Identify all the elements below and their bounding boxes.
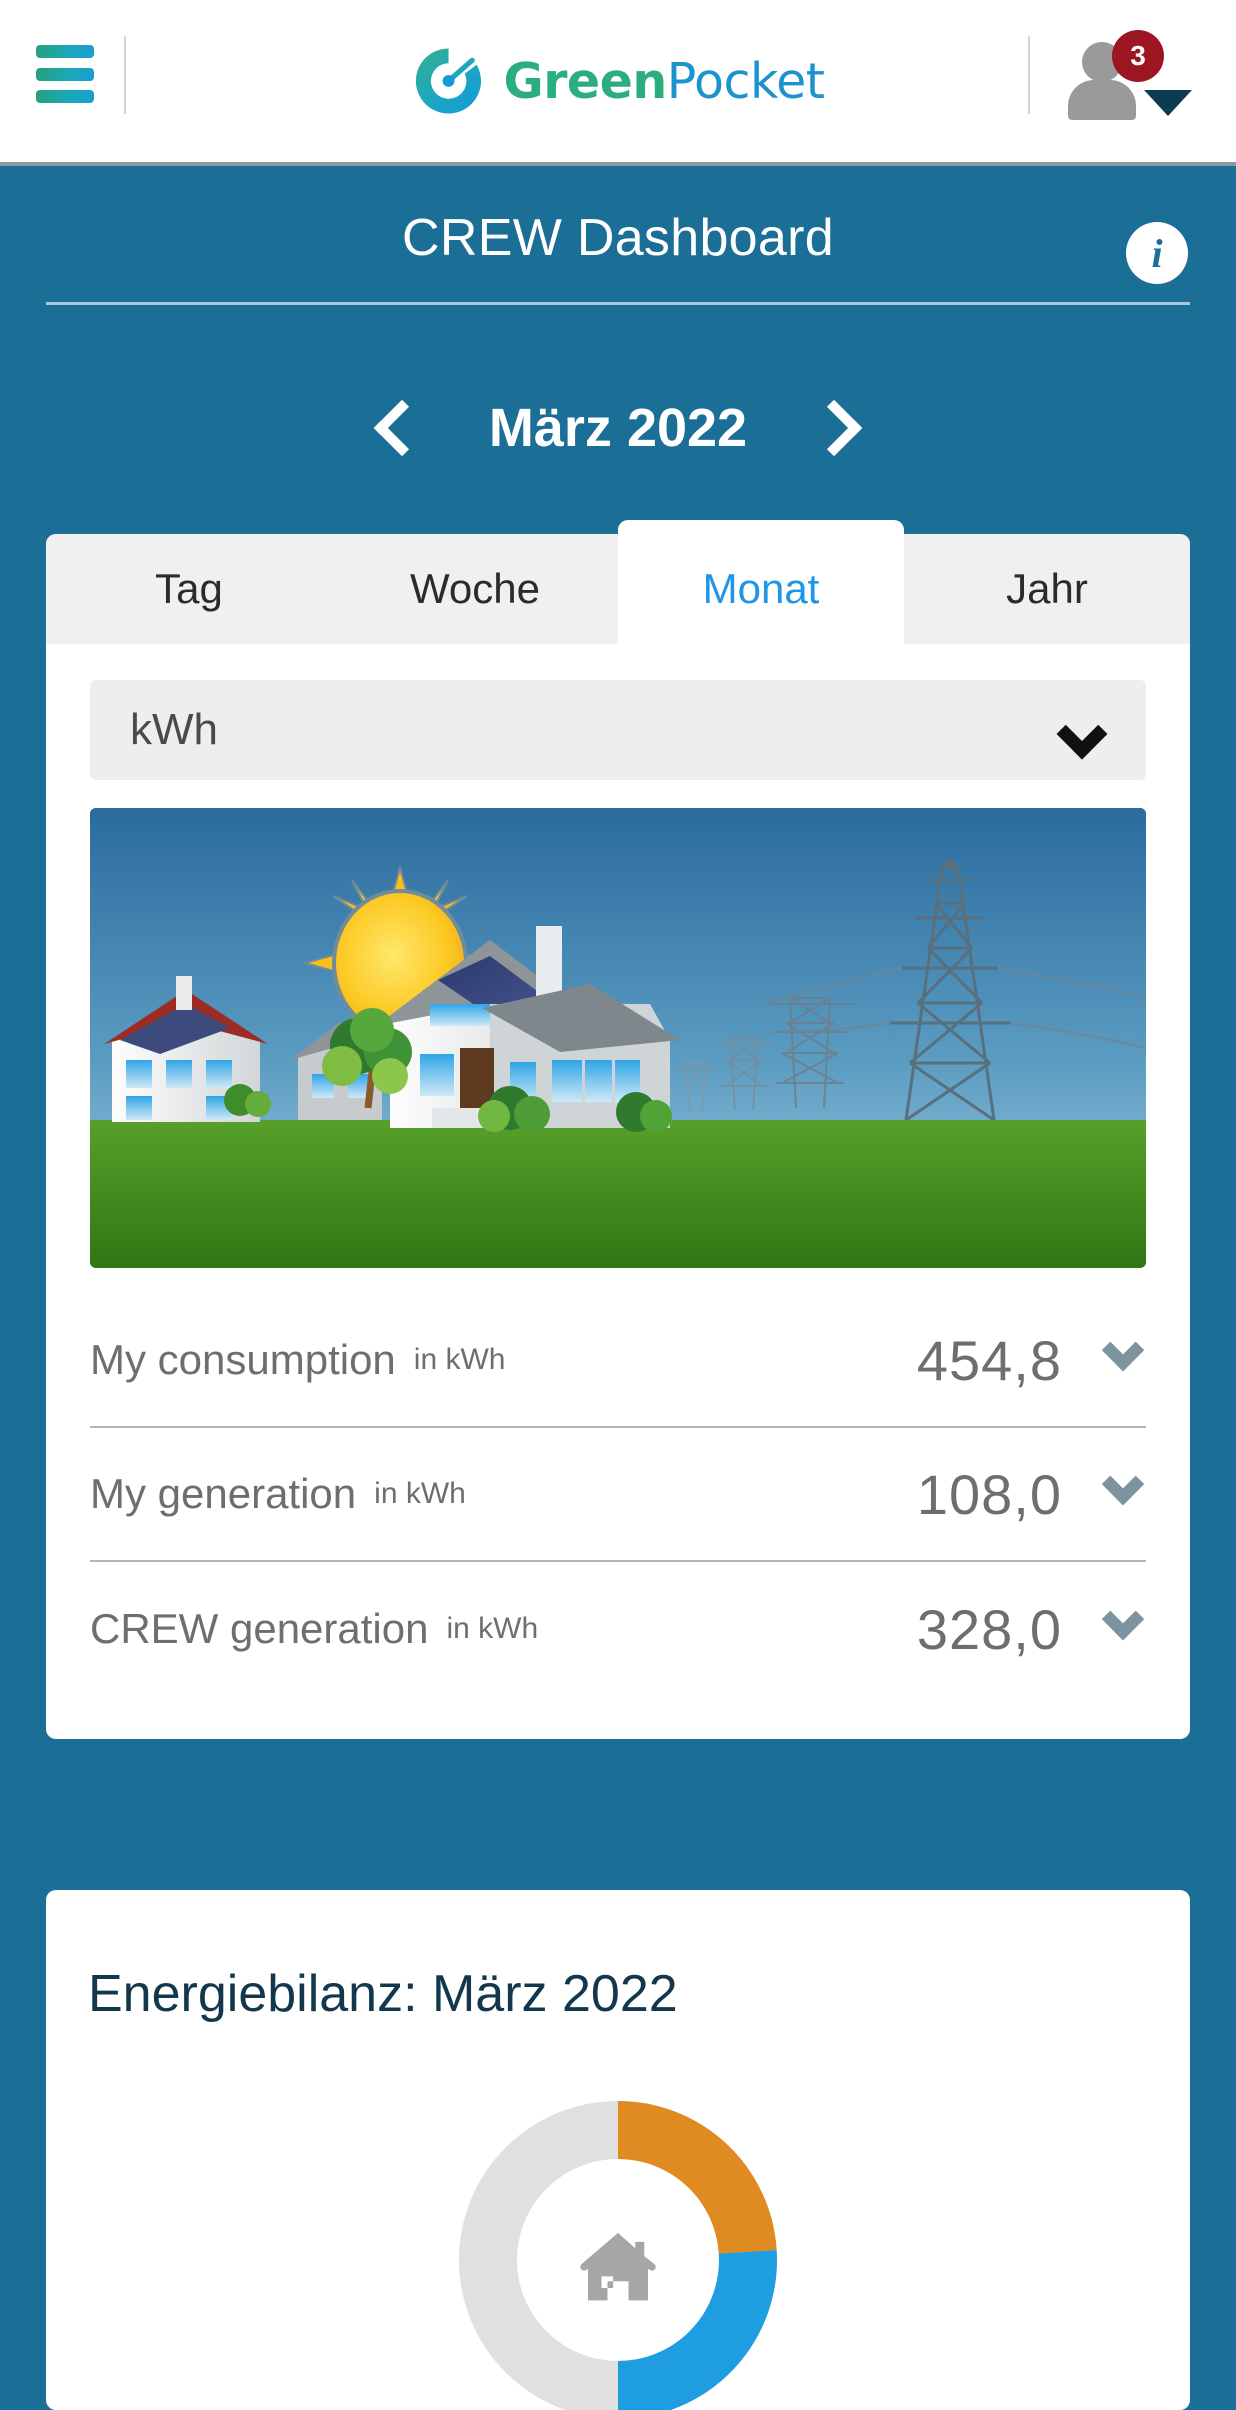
info-icon[interactable]: i xyxy=(1126,222,1188,284)
row-value: 454,8 xyxy=(916,1328,1062,1392)
tab-jahr[interactable]: Jahr xyxy=(904,534,1190,644)
dashboard-card: Tag Woche Monat Jahr kWh My consumption … xyxy=(46,520,1190,1739)
row-label: My generation xyxy=(90,1470,357,1517)
tab-monat[interactable]: Monat xyxy=(618,520,904,644)
chevron-right-icon[interactable] xyxy=(805,399,863,457)
divider-right xyxy=(1028,36,1030,114)
month-navigator: März 2022 xyxy=(0,378,1236,478)
page-title: CREW Dashboard xyxy=(402,209,834,267)
metrics-list: My consumption in kWh 454,8 My generatio… xyxy=(90,1294,1146,1696)
row-value: 108,0 xyxy=(916,1462,1062,1526)
table-row[interactable]: My consumption in kWh 454,8 xyxy=(90,1294,1146,1428)
row-unit: in kWh xyxy=(446,1612,539,1645)
unit-select[interactable]: kWh xyxy=(90,680,1146,780)
home-icon xyxy=(580,2232,656,2300)
row-value: 328,0 xyxy=(916,1597,1062,1661)
top-bar: GreenPocket 3 xyxy=(0,0,1236,166)
row-label: CREW generation xyxy=(90,1605,429,1652)
energy-balance-donut-chart xyxy=(453,2095,783,2410)
avatar-body-icon xyxy=(1068,80,1136,120)
hamburger-bar-3 xyxy=(36,90,94,103)
chevron-left-icon[interactable] xyxy=(373,399,431,457)
hamburger-bar-2 xyxy=(36,67,94,81)
row-unit: in kWh xyxy=(374,1477,466,1510)
row-unit: in kWh xyxy=(413,1343,506,1376)
solar-house-illustration xyxy=(90,808,1146,1268)
tab-woche[interactable]: Woche xyxy=(332,534,618,644)
brand-green-text: Green xyxy=(503,52,668,110)
page-header: CREW Dashboard i xyxy=(0,170,1236,305)
table-row[interactable]: My generation in kWh 108,0 xyxy=(90,1428,1146,1562)
gauge-logo-icon xyxy=(415,48,482,114)
period-tabs: Tag Woche Monat Jahr xyxy=(46,520,1190,644)
row-label: My consumption xyxy=(90,1336,396,1383)
unit-select-value: kWh xyxy=(130,705,218,754)
brand-wordmark: GreenPocket xyxy=(504,53,825,110)
caret-down-icon[interactable] xyxy=(1144,90,1192,116)
illustration-svg xyxy=(90,808,1146,1268)
chevron-down-icon[interactable] xyxy=(1056,708,1108,760)
hamburger-menu-icon[interactable] xyxy=(36,45,94,103)
month-label: März 2022 xyxy=(488,398,748,458)
notification-badge[interactable]: 3 xyxy=(1112,30,1164,82)
chevron-down-icon[interactable] xyxy=(1101,1462,1145,1506)
balance-title: Energiebilanz: März 2022 xyxy=(88,1965,678,2023)
hamburger-bar-1 xyxy=(36,45,94,58)
divider-left xyxy=(124,36,126,114)
brand-pocket-text: Pocket xyxy=(666,52,825,110)
header-divider xyxy=(46,302,1190,305)
chevron-down-icon[interactable] xyxy=(1101,1328,1145,1372)
account-menu[interactable]: 3 xyxy=(1068,28,1192,120)
chevron-down-icon[interactable] xyxy=(1101,1597,1145,1641)
energy-balance-card: Energiebilanz: März 2022 xyxy=(46,1890,1190,2410)
tab-tag[interactable]: Tag xyxy=(46,534,332,644)
table-row[interactable]: CREW generation in kWh 328,0 xyxy=(90,1562,1146,1696)
brand-logo[interactable]: GreenPocket xyxy=(412,44,825,118)
